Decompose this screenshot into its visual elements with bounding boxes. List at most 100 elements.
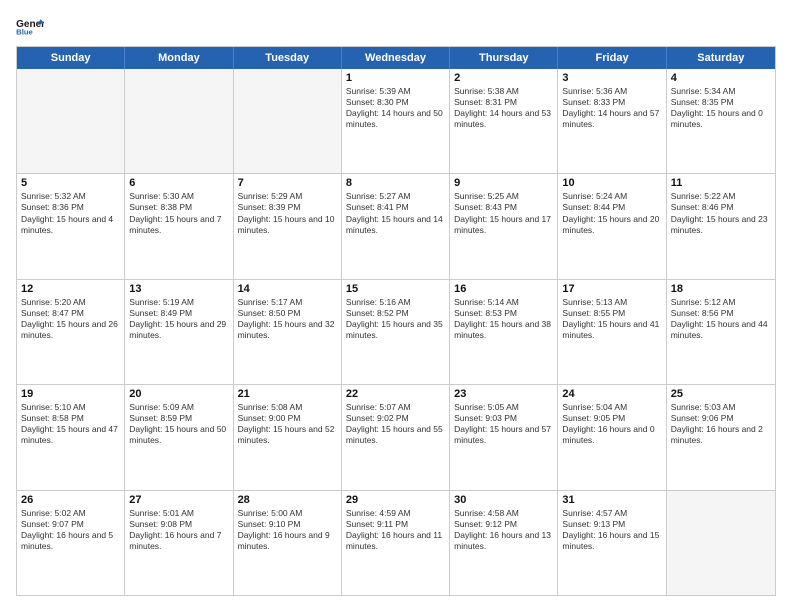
- sunrise-text: Sunrise: 5:20 AM: [21, 297, 120, 308]
- empty-cell: [667, 491, 775, 595]
- day-number: 2: [454, 72, 553, 84]
- day-number: 15: [346, 283, 445, 295]
- sunset-text: Sunset: 9:12 PM: [454, 519, 553, 530]
- sunrise-text: Sunrise: 5:14 AM: [454, 297, 553, 308]
- logo: General Blue: [16, 16, 48, 36]
- day-cell-18: 18Sunrise: 5:12 AMSunset: 8:56 PMDayligh…: [667, 280, 775, 384]
- daylight-text: Daylight: 15 hours and 52 minutes.: [238, 424, 337, 446]
- empty-cell: [234, 69, 342, 173]
- day-cell-23: 23Sunrise: 5:05 AMSunset: 9:03 PMDayligh…: [450, 385, 558, 489]
- sunrise-text: Sunrise: 5:12 AM: [671, 297, 771, 308]
- day-number: 22: [346, 388, 445, 400]
- header-day-saturday: Saturday: [667, 47, 775, 69]
- day-cell-27: 27Sunrise: 5:01 AMSunset: 9:08 PMDayligh…: [125, 491, 233, 595]
- page: General Blue SundayMondayTuesdayWednesda…: [0, 0, 792, 612]
- day-number: 18: [671, 283, 771, 295]
- calendar-header: SundayMondayTuesdayWednesdayThursdayFrid…: [17, 47, 775, 69]
- day-cell-30: 30Sunrise: 4:58 AMSunset: 9:12 PMDayligh…: [450, 491, 558, 595]
- day-number: 9: [454, 177, 553, 189]
- sunset-text: Sunset: 8:59 PM: [129, 413, 228, 424]
- day-number: 24: [562, 388, 661, 400]
- daylight-text: Daylight: 15 hours and 0 minutes.: [671, 108, 771, 130]
- daylight-text: Daylight: 15 hours and 50 minutes.: [129, 424, 228, 446]
- day-number: 25: [671, 388, 771, 400]
- sunset-text: Sunset: 8:47 PM: [21, 308, 120, 319]
- day-cell-4: 4 Sunrise: 5:34 AMSunset: 8:35 PMDaylight…: [667, 69, 775, 173]
- day-number: 13: [129, 283, 228, 295]
- day-number: 11: [671, 177, 771, 189]
- day-number: 10: [562, 177, 661, 189]
- day-cell-19: 19Sunrise: 5:10 AMSunset: 8:58 PMDayligh…: [17, 385, 125, 489]
- empty-cell: [17, 69, 125, 173]
- day-number: 16: [454, 283, 553, 295]
- daylight-text: Daylight: 16 hours and 7 minutes.: [129, 530, 228, 552]
- sunrise-text: Sunrise: 5:07 AM: [346, 402, 445, 413]
- day-cell-28: 28Sunrise: 5:00 AMSunset: 9:10 PMDayligh…: [234, 491, 342, 595]
- sunset-text: Sunset: 9:13 PM: [562, 519, 661, 530]
- sunset-text: Sunset: 8:58 PM: [21, 413, 120, 424]
- sunrise-text: Sunrise: 5:30 AM: [129, 191, 228, 202]
- sunset-text: Sunset: 8:43 PM: [454, 202, 553, 213]
- day-number: 5: [21, 177, 120, 189]
- day-cell-7: 7Sunrise: 5:29 AMSunset: 8:39 PMDaylight…: [234, 174, 342, 278]
- daylight-text: Daylight: 15 hours and 26 minutes.: [21, 319, 120, 341]
- sunset-text: Sunset: 9:08 PM: [129, 519, 228, 530]
- day-number: 17: [562, 283, 661, 295]
- sunrise-text: Sunrise: 5:16 AM: [346, 297, 445, 308]
- day-cell-24: 24Sunrise: 5:04 AMSunset: 9:05 PMDayligh…: [558, 385, 666, 489]
- calendar-row-3: 12Sunrise: 5:20 AMSunset: 8:47 PMDayligh…: [17, 279, 775, 384]
- calendar-body: 1Sunrise: 5:39 AMSunset: 8:30 PMDaylight…: [17, 69, 775, 595]
- sunrise-text: Sunrise: 5:22 AM: [671, 191, 771, 202]
- sunset-text: Sunset: 8:39 PM: [238, 202, 337, 213]
- sunrise-text: Sunrise: 5:29 AM: [238, 191, 337, 202]
- sunset-text: Sunset: 8:33 PM: [562, 97, 661, 108]
- sunset-text: Sunset: 8:41 PM: [346, 202, 445, 213]
- sunrise-text: Sunrise: 5:24 AM: [562, 191, 661, 202]
- day-number: 4: [671, 72, 771, 84]
- sunrise-text: Sunrise: 5:00 AM: [238, 508, 337, 519]
- sunset-text: Sunset: 8:31 PM: [454, 97, 553, 108]
- day-cell-8: 8Sunrise: 5:27 AMSunset: 8:41 PMDaylight…: [342, 174, 450, 278]
- day-cell-29: 29 Sunrise: 4:59 AMSunset: 9:11 PMDayligh…: [342, 491, 450, 595]
- daylight-text: Daylight: 15 hours and 29 minutes.: [129, 319, 228, 341]
- day-number: 30: [454, 494, 553, 506]
- day-cell-14: 14Sunrise: 5:17 AMSunset: 8:50 PMDayligh…: [234, 280, 342, 384]
- daylight-text: Daylight: 15 hours and 32 minutes.: [238, 319, 337, 341]
- daylight-text: Daylight: 16 hours and 11 minutes.: [346, 530, 445, 552]
- day-cell-13: 13Sunrise: 5:19 AMSunset: 8:49 PMDayligh…: [125, 280, 233, 384]
- sunrise-text: Sunrise: 4:57 AM: [562, 508, 661, 519]
- sunrise-text: Sunrise: 5:38 AM: [454, 86, 553, 97]
- header-day-friday: Friday: [558, 47, 666, 69]
- sunset-text: Sunset: 8:35 PM: [671, 97, 771, 108]
- header: General Blue: [16, 16, 776, 36]
- day-number: 19: [21, 388, 120, 400]
- sunrise-text: Sunrise: 5:09 AM: [129, 402, 228, 413]
- sunrise-text: Sunrise: 5:36 AM: [562, 86, 661, 97]
- daylight-text: Daylight: 15 hours and 20 minutes.: [562, 214, 661, 236]
- day-number: 21: [238, 388, 337, 400]
- calendar-row-5: 26Sunrise: 5:02 AMSunset: 9:07 PMDayligh…: [17, 490, 775, 595]
- sunset-text: Sunset: 8:52 PM: [346, 308, 445, 319]
- daylight-text: Daylight: 16 hours and 9 minutes.: [238, 530, 337, 552]
- day-cell-20: 20Sunrise: 5:09 AMSunset: 8:59 PMDayligh…: [125, 385, 233, 489]
- sunrise-text: Sunrise: 5:19 AM: [129, 297, 228, 308]
- empty-cell: [125, 69, 233, 173]
- day-cell-3: 3Sunrise: 5:36 AMSunset: 8:33 PMDaylight…: [558, 69, 666, 173]
- sunset-text: Sunset: 9:07 PM: [21, 519, 120, 530]
- sunrise-text: Sunrise: 4:59 AM: [346, 508, 445, 519]
- day-number: 23: [454, 388, 553, 400]
- day-number: 14: [238, 283, 337, 295]
- day-cell-5: 5Sunrise: 5:32 AMSunset: 8:36 PMDaylight…: [17, 174, 125, 278]
- logo-icon: General Blue: [16, 16, 44, 36]
- header-day-tuesday: Tuesday: [234, 47, 342, 69]
- sunset-text: Sunset: 9:11 PM: [346, 519, 445, 530]
- daylight-text: Daylight: 16 hours and 15 minutes.: [562, 530, 661, 552]
- day-cell-17: 17Sunrise: 5:13 AMSunset: 8:55 PMDayligh…: [558, 280, 666, 384]
- sunset-text: Sunset: 8:50 PM: [238, 308, 337, 319]
- day-cell-1: 1Sunrise: 5:39 AMSunset: 8:30 PMDaylight…: [342, 69, 450, 173]
- day-number: 29: [346, 494, 445, 506]
- sunrise-text: Sunrise: 5:34 AM: [671, 86, 771, 97]
- sunrise-text: Sunrise: 5:13 AM: [562, 297, 661, 308]
- daylight-text: Daylight: 16 hours and 13 minutes.: [454, 530, 553, 552]
- day-number: 6: [129, 177, 228, 189]
